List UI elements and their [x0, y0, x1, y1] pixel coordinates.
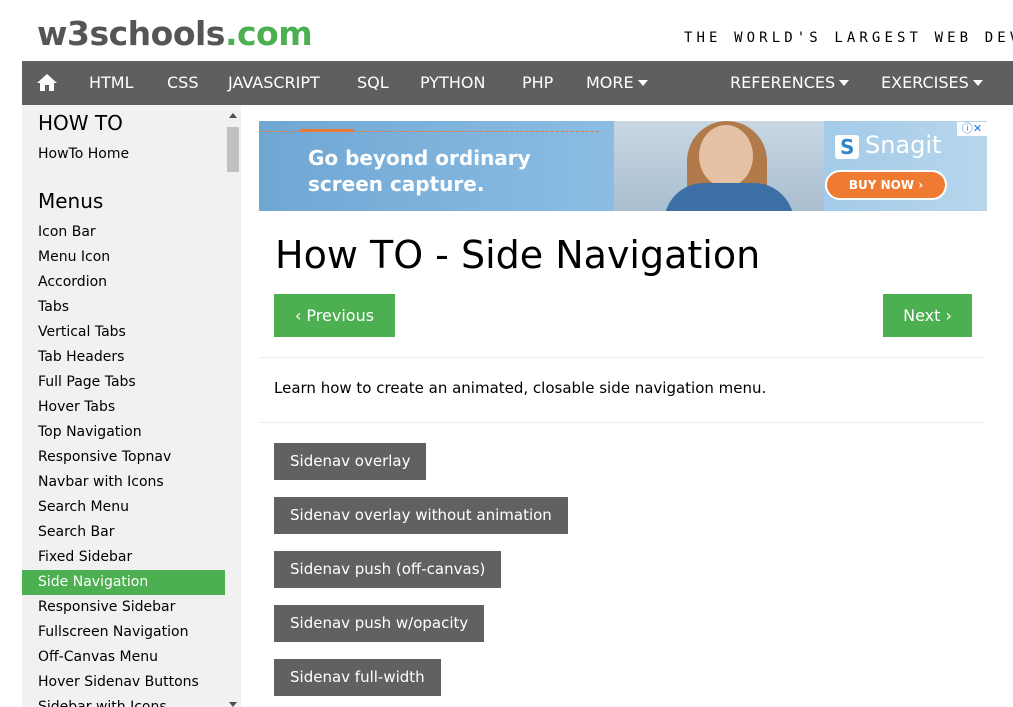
nav-php[interactable]: PHP — [522, 61, 553, 105]
sidebar-item[interactable]: Hover Sidenav Buttons — [22, 670, 225, 695]
sidebar-item-howto-home[interactable]: HowTo Home — [22, 142, 225, 167]
caret-down-icon — [972, 79, 983, 86]
sidebar-item[interactable]: Fixed Sidebar — [22, 545, 225, 570]
nav-sql[interactable]: SQL — [357, 61, 389, 105]
nav-more[interactable]: MORE — [586, 61, 648, 105]
top-navbar: HTML CSS JAVASCRIPT SQL PYTHON PHP MORE … — [22, 61, 1013, 105]
sidenav-push-button[interactable]: Sidenav push (off-canvas) — [274, 551, 502, 588]
nav-references-label: REFERENCES — [730, 73, 836, 92]
previous-button[interactable]: ‹ Previous — [274, 294, 395, 337]
sidebar-item[interactable]: Full Page Tabs — [22, 370, 225, 395]
page-title: How TO - Side Navigation — [275, 233, 761, 277]
divider — [259, 422, 985, 423]
sidebar-item[interactable]: Responsive Topnav — [22, 445, 225, 470]
logo-suffix: .com — [224, 14, 313, 53]
ad-buy-now-button[interactable]: BUY NOW › — [825, 170, 947, 200]
sidebar: HOW TO HowTo Home Menus Icon Bar Menu Ic… — [22, 105, 241, 707]
ad-brand: Snagit — [865, 131, 942, 159]
sidebar-item[interactable]: Off-Canvas Menu — [22, 645, 225, 670]
sidebar-item[interactable]: Responsive Sidebar — [22, 595, 225, 620]
sidebar-item[interactable]: Accordion — [22, 270, 225, 295]
advertisement-banner[interactable]: Go beyond ordinary screen capture. S Sna… — [259, 121, 987, 211]
nav-python[interactable]: PYTHON — [420, 61, 485, 105]
site-logo[interactable]: w3schools.com — [37, 12, 313, 56]
sidebar-item[interactable]: Navbar with Icons — [22, 470, 225, 495]
ad-close-icon[interactable]: ⓘ✕ — [957, 122, 987, 136]
nav-references[interactable]: REFERENCES — [730, 61, 850, 105]
nav-home[interactable] — [36, 61, 60, 105]
sidebar-section-title: Menus — [38, 189, 104, 213]
next-button[interactable]: Next › — [883, 294, 972, 337]
sidebar-item[interactable]: Top Navigation — [22, 420, 225, 445]
nav-css[interactable]: CSS — [167, 61, 198, 105]
sidebar-item[interactable]: Search Bar — [22, 520, 225, 545]
sidebar-item-active[interactable]: Side Navigation — [22, 570, 225, 595]
ad-headline: Go beyond ordinary screen capture. — [308, 146, 531, 196]
sidenav-push-opacity-button[interactable]: Sidenav push w/opacity — [274, 605, 485, 642]
logo-text: w3schools — [37, 14, 225, 53]
sidebar-item[interactable]: Vertical Tabs — [22, 320, 225, 345]
sidebar-item[interactable]: Search Menu — [22, 495, 225, 520]
scroll-up-icon[interactable] — [229, 113, 237, 118]
divider — [259, 357, 985, 358]
ad-photo-face — [699, 125, 753, 187]
nav-html[interactable]: HTML — [89, 61, 134, 105]
caret-down-icon — [839, 79, 850, 86]
sidebar-item[interactable]: Tab Headers — [22, 345, 225, 370]
nav-more-label: MORE — [586, 73, 634, 92]
sidebar-section-title: HOW TO — [38, 111, 123, 135]
scrollbar-thumb[interactable] — [227, 127, 239, 172]
sidebar-item[interactable]: Menu Icon — [22, 245, 225, 270]
ad-decoration — [299, 129, 354, 132]
snagit-logo-icon: S — [835, 135, 859, 159]
sidebar-scrollbar[interactable] — [225, 105, 241, 707]
sidenav-overlay-button[interactable]: Sidenav overlay — [274, 443, 427, 480]
nav-exercises[interactable]: EXERCISES — [881, 61, 983, 105]
site-header: w3schools.com THE WORLD'S LARGEST WEB DE… — [0, 0, 1013, 61]
sidebar-item[interactable]: Tabs — [22, 295, 225, 320]
sidebar-item[interactable]: Fullscreen Navigation — [22, 620, 225, 645]
sidebar-item[interactable]: Sidebar with Icons — [22, 695, 225, 707]
sidebar-item[interactable]: Icon Bar — [22, 220, 225, 245]
tagline: THE WORLD'S LARGEST WEB DEV — [684, 30, 1013, 46]
sidebar-item[interactable]: Hover Tabs — [22, 395, 225, 420]
nav-javascript[interactable]: JAVASCRIPT — [228, 61, 320, 105]
sidenav-full-width-button[interactable]: Sidenav full-width — [274, 659, 441, 696]
main-content: Go beyond ordinary screen capture. S Sna… — [241, 105, 1013, 707]
home-icon — [37, 74, 57, 91]
nav-exercises-label: EXERCISES — [881, 73, 969, 92]
scroll-down-icon[interactable] — [229, 702, 237, 707]
intro-text: Learn how to create an animated, closabl… — [274, 379, 767, 397]
caret-down-icon — [637, 79, 648, 86]
sidenav-overlay-no-animation-button[interactable]: Sidenav overlay without animation — [274, 497, 568, 534]
